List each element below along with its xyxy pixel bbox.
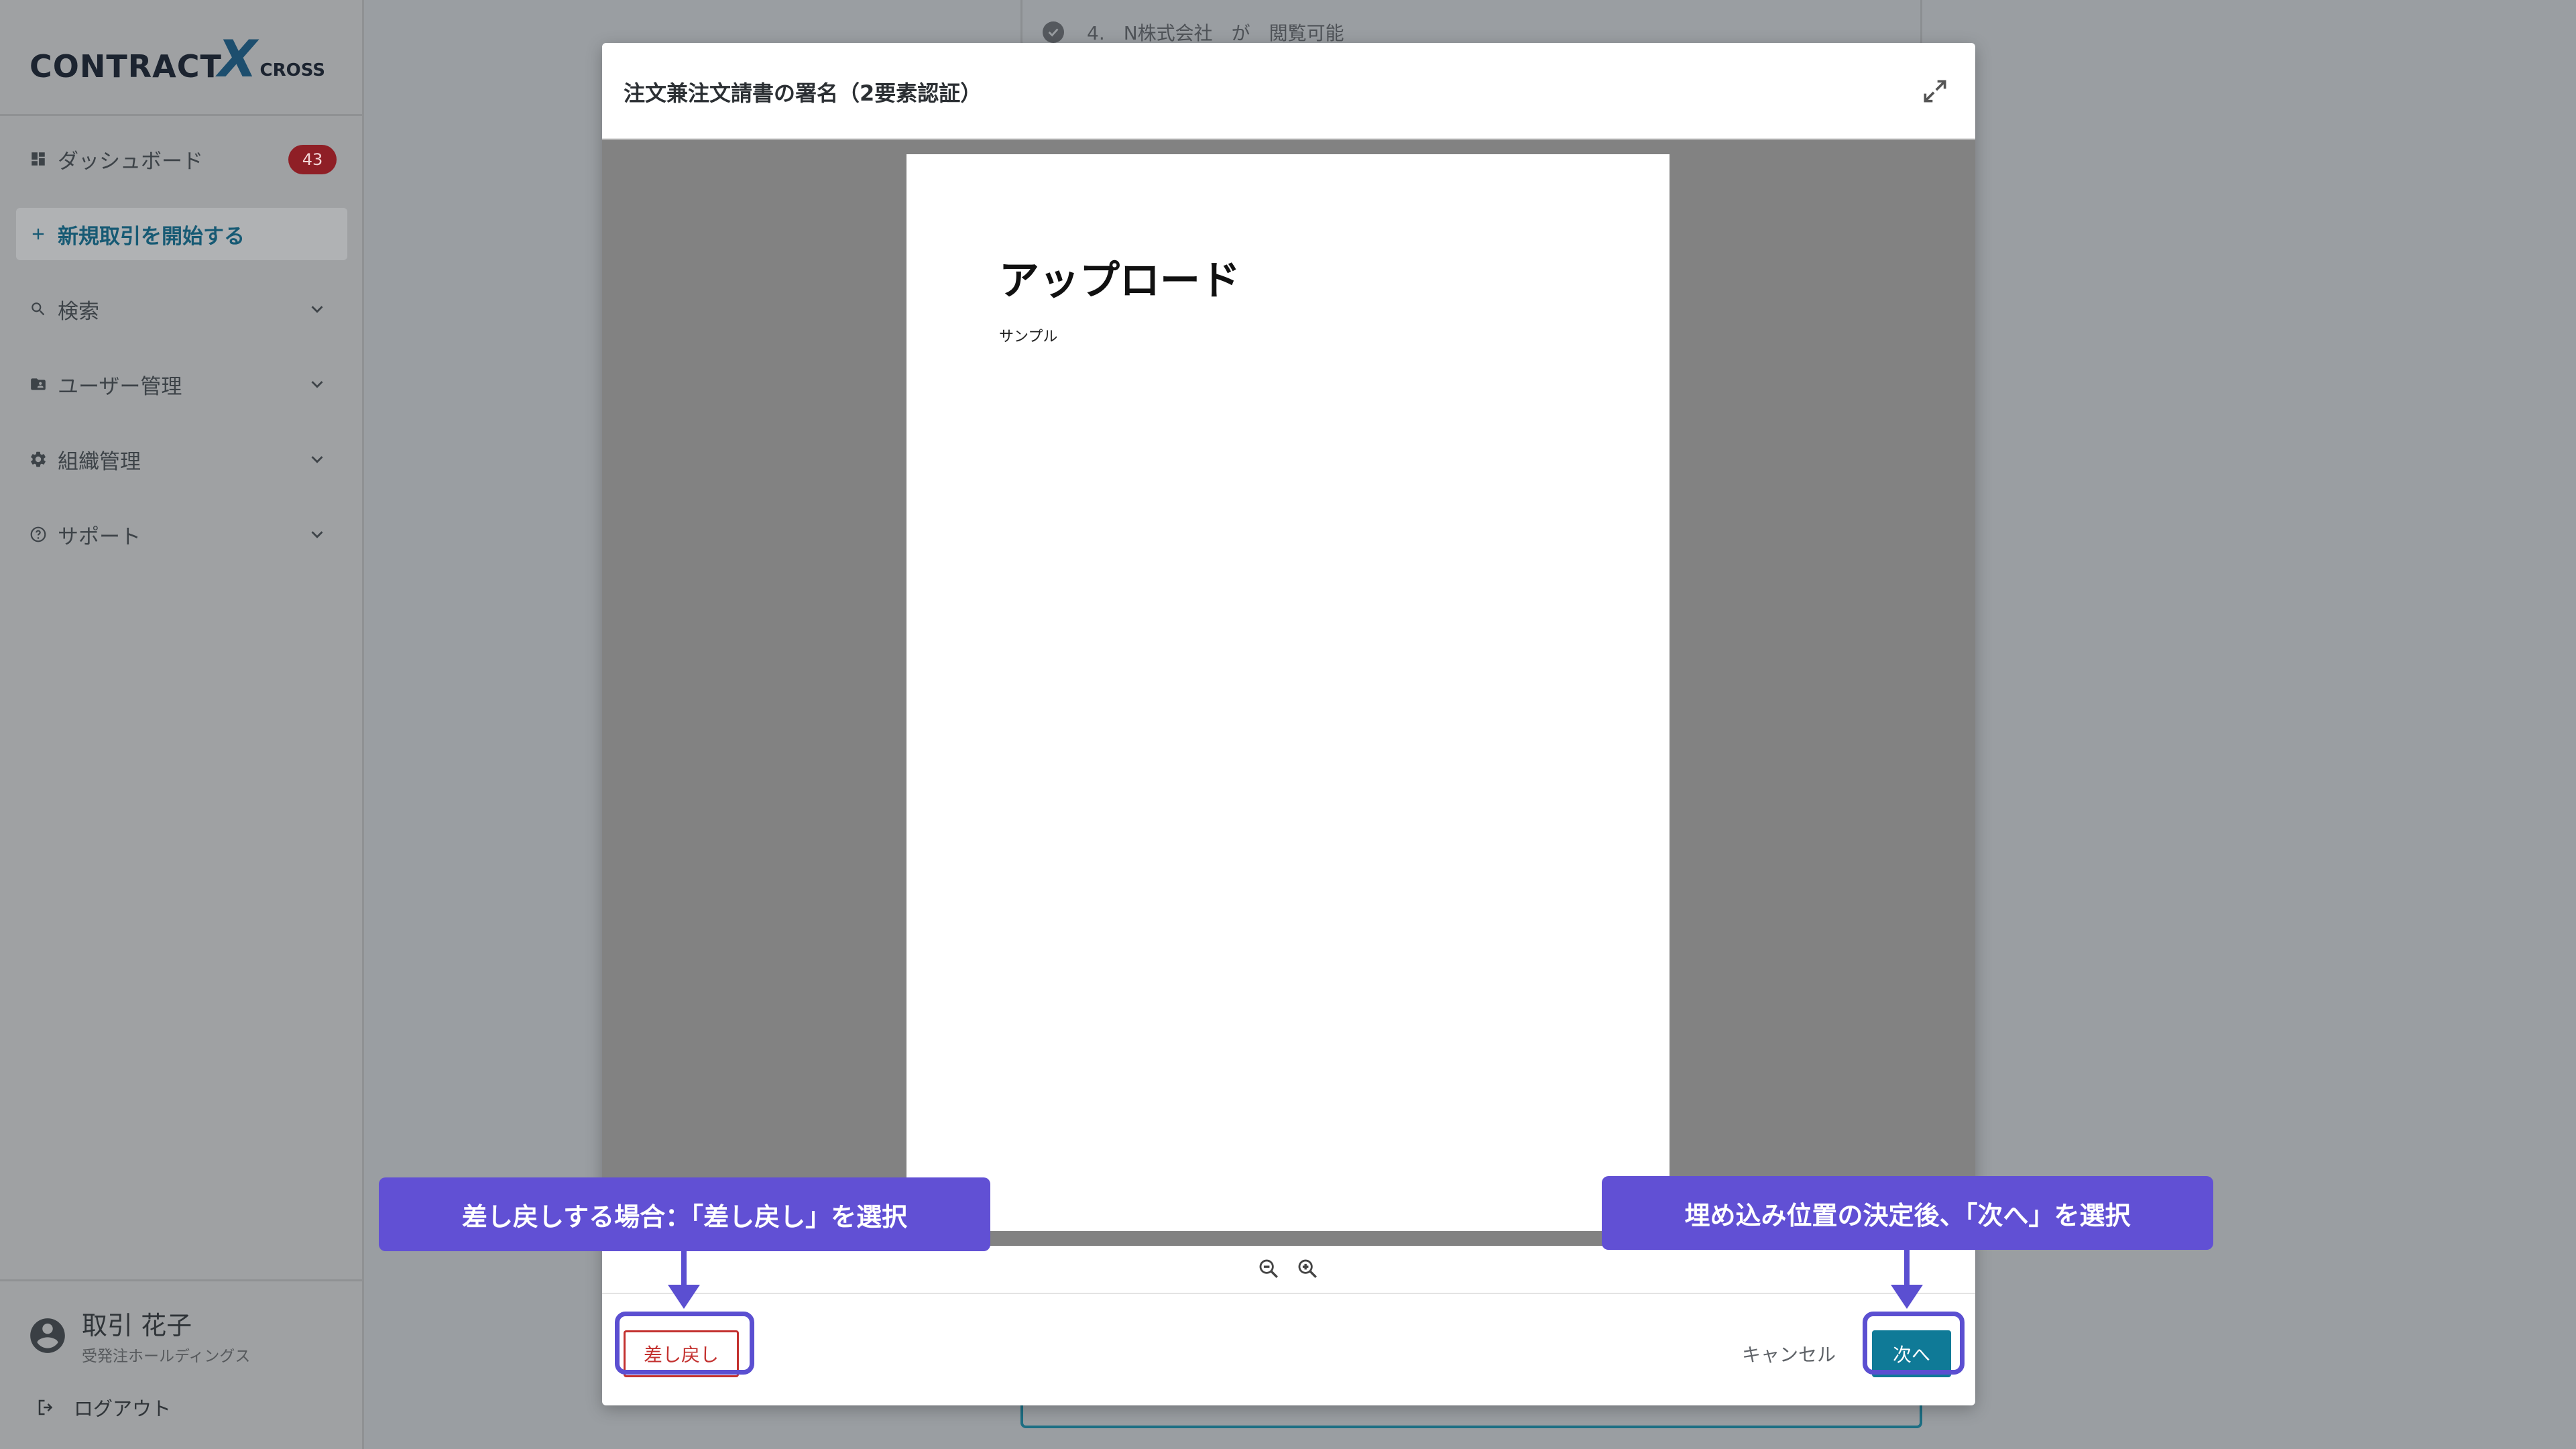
search-icon <box>28 299 48 319</box>
document-body-text: サンプル <box>999 329 1058 345</box>
user-organization: 受発注ホールディングス <box>82 1348 251 1365</box>
account-circle-icon <box>27 1315 68 1356</box>
sidebar: CONTRACT X CROSS ダッシュボード 43 新規取引を開始する 検索… <box>0 0 364 1449</box>
modal-header: 注文兼注文請書の署名（2要素認証） <box>602 43 1975 139</box>
annotation-return: 差し戻しする場合：「差し戻し」を選択 <box>379 1177 990 1251</box>
check-circle-icon <box>1043 21 1064 43</box>
sidebar-item-label: 新規取引を開始する <box>58 224 245 249</box>
next-button-highlight <box>1863 1312 1965 1375</box>
sidebar-item-label: 組織管理 <box>58 449 141 474</box>
gear-icon <box>28 449 48 469</box>
sidebar-item-organization[interactable]: 組織管理 <box>16 433 347 485</box>
notification-badge: 43 <box>288 145 337 174</box>
folder-user-icon <box>28 374 48 394</box>
document-viewer[interactable]: アップロード サンプル <box>602 139 1975 1246</box>
sidebar-divider <box>0 1279 364 1281</box>
sidebar-divider <box>0 114 364 116</box>
background-step: 4. N株式会社 が 閲覧可能 <box>1043 19 1344 46</box>
logout-icon <box>36 1397 56 1417</box>
help-circle-icon <box>28 524 48 544</box>
background-step-text: 4. N株式会社 が 閲覧可能 <box>1087 22 1344 44</box>
document-page[interactable]: アップロード サンプル <box>906 154 1670 1231</box>
sidebar-item-label: ユーザー管理 <box>58 374 182 399</box>
logout-label: ログアウト <box>74 1397 172 1420</box>
annotation-arrow-right <box>1904 1250 1910 1289</box>
modal-footer: 差し戻し キャンセル 次へ <box>602 1295 1975 1405</box>
sidebar-item-support[interactable]: サポート <box>16 508 347 561</box>
zoom-in-icon[interactable] <box>1296 1257 1320 1281</box>
sidebar-item-label: ダッシュボード <box>58 149 203 174</box>
zoom-out-icon[interactable] <box>1257 1257 1281 1281</box>
annotation-next: 埋め込み位置の決定後、「次へ」を選択 <box>1602 1176 2213 1250</box>
annotation-arrow-right-head <box>1891 1285 1923 1309</box>
plus-icon <box>28 224 48 244</box>
zoom-toolbar <box>602 1246 1975 1294</box>
logout-button[interactable]: ログアウト <box>36 1393 171 1422</box>
chevron-down-icon <box>307 374 327 394</box>
modal-title: 注文兼注文請書の署名（2要素認証） <box>624 80 982 106</box>
chevron-down-icon <box>307 299 327 319</box>
sidebar-item-label: 検索 <box>58 299 99 324</box>
annotation-arrow-left <box>681 1251 687 1289</box>
user-profile[interactable]: 取引 花子 受発注ホールディングス <box>27 1305 250 1366</box>
chevron-down-icon <box>307 524 327 544</box>
return-button-highlight <box>615 1312 754 1375</box>
sidebar-item-search[interactable]: 検索 <box>16 283 347 335</box>
sidebar-item-label: サポート <box>58 524 141 549</box>
user-info: 取引 花子 受発注ホールディングス <box>82 1305 250 1366</box>
sidebar-item-new-deal[interactable]: 新規取引を開始する <box>16 208 347 260</box>
app-logo[interactable]: CONTRACT X CROSS <box>30 33 325 84</box>
dashboard-icon <box>28 149 48 169</box>
annotation-arrow-left-head <box>668 1285 700 1309</box>
user-name: 取引 花子 <box>82 1311 192 1340</box>
expand-icon[interactable] <box>1920 76 1950 106</box>
document-heading: アップロード <box>999 257 1240 304</box>
sidebar-item-user-management[interactable]: ユーザー管理 <box>16 358 347 410</box>
cancel-button[interactable]: キャンセル <box>1742 1330 1836 1377</box>
chevron-down-icon <box>307 449 327 469</box>
sidebar-item-dashboard[interactable]: ダッシュボード 43 <box>16 133 347 185</box>
